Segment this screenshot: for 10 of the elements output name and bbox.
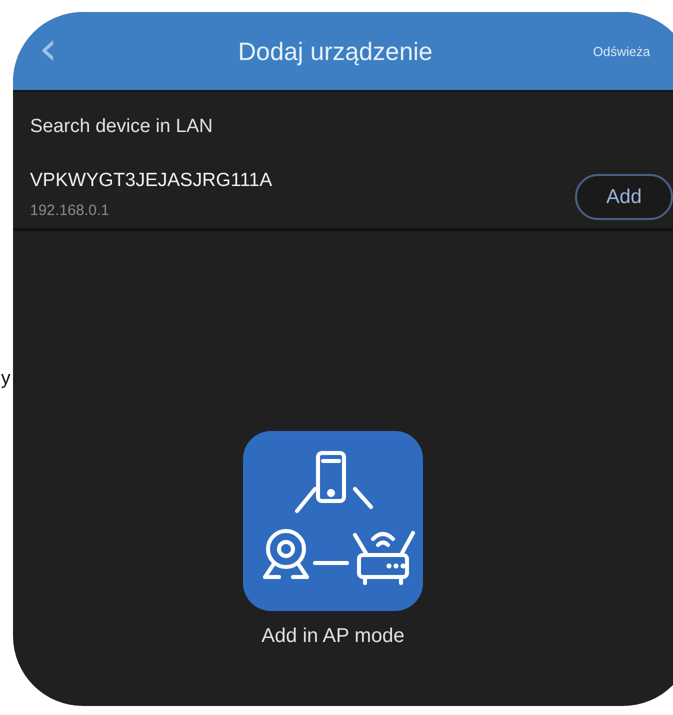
screen-title: Dodaj urządzenie xyxy=(238,38,433,67)
add-button[interactable]: Add xyxy=(575,174,673,220)
device-name: VPKWYGT3JEJASJRG111A xyxy=(30,170,272,192)
ap-mode-icon[interactable] xyxy=(243,431,423,611)
section-title: Search device in LAN xyxy=(29,115,214,139)
ap-mode-label: Add in AP mode xyxy=(261,625,405,648)
back-button[interactable]: ‹ xyxy=(13,25,58,77)
device-ip: 192.168.0.1 xyxy=(30,202,110,218)
refresh-button[interactable]: Odświeża xyxy=(593,44,673,58)
stray-letter: y xyxy=(1,368,10,390)
